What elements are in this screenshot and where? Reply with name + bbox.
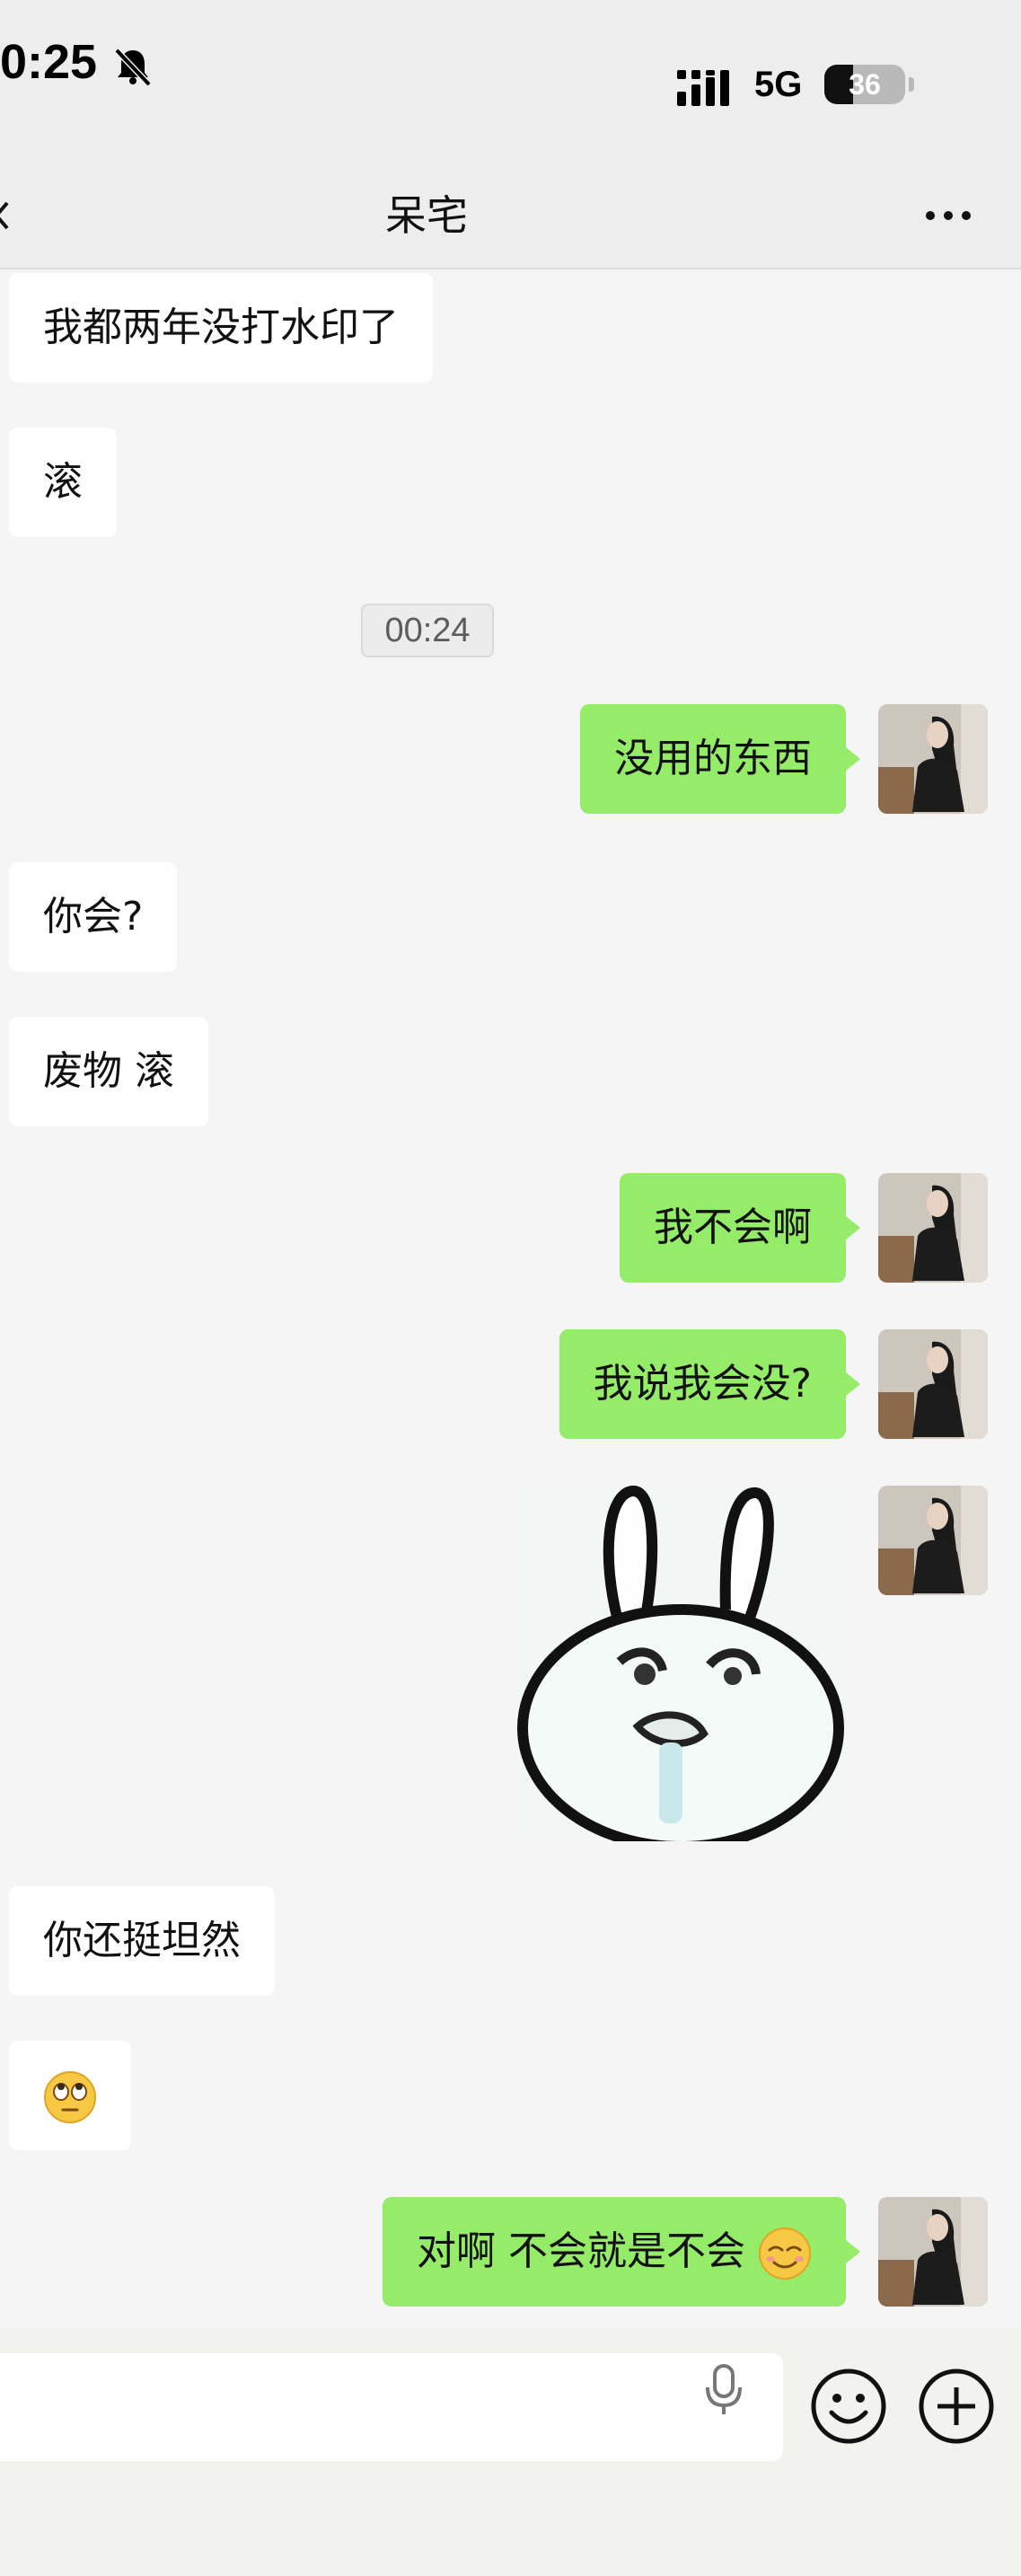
own-avatar[interactable]: [878, 1486, 988, 1595]
message-text: 没用的东西: [614, 736, 812, 781]
message-timestamp: 00:24: [361, 604, 494, 657]
signal-icon: [677, 70, 729, 106]
message-text: 滚: [43, 459, 83, 505]
message-text: 我不会啊: [654, 1204, 812, 1250]
message-bubble-incoming[interactable]: 你还挺坦然: [9, 1886, 275, 1996]
message-bubble-outgoing[interactable]: 我不会啊: [620, 1173, 860, 1283]
avatar-photo: [878, 1329, 988, 1439]
battery-tip: [909, 77, 914, 92]
message-text: 你还挺坦然: [43, 1918, 241, 1963]
own-avatar[interactable]: [878, 1173, 988, 1283]
status-time: 0:25: [0, 35, 98, 89]
message-text: 你会?: [43, 894, 144, 940]
avatar-photo: [878, 1173, 988, 1283]
relieved-face-emoji-icon: [759, 2228, 811, 2280]
own-avatar[interactable]: [878, 2197, 988, 2307]
battery-percent: 36: [849, 68, 881, 101]
plus-icon[interactable]: [918, 2368, 995, 2445]
avatar-photo: [878, 2197, 988, 2307]
message-text: 我都两年没打水印了: [43, 304, 399, 350]
message-bubble-incoming[interactable]: 你会?: [9, 862, 178, 972]
emoji-icon[interactable]: [810, 2368, 887, 2445]
network-type: 5G: [754, 65, 803, 104]
message-bubble-outgoing[interactable]: 对啊 不会就是不会: [383, 2197, 860, 2307]
message-bubble-outgoing[interactable]: 我说我会没?: [559, 1329, 861, 1439]
message-text: 我说我会没?: [593, 1361, 812, 1407]
chat-header: 呆宅: [0, 162, 1021, 269]
more-options-icon[interactable]: [912, 198, 984, 234]
message-bubble-incoming[interactable]: [9, 2041, 131, 2150]
battery-icon: 36: [824, 65, 905, 104]
message-text: 对啊 不会就是不会: [417, 2228, 745, 2274]
message-bubble-outgoing[interactable]: 没用的东西: [580, 704, 860, 814]
message-input[interactable]: [0, 2353, 783, 2461]
avatar-photo: [878, 704, 988, 814]
message-bubble-incoming[interactable]: 废物 滚: [9, 1017, 208, 1126]
message-text: 废物 滚: [43, 1048, 174, 1094]
chat-title: 呆宅: [385, 191, 468, 240]
own-avatar[interactable]: [878, 1329, 988, 1439]
bunny-sticker[interactable]: [512, 1486, 848, 1841]
bell-slash-icon: [114, 48, 152, 87]
input-bar: [0, 2328, 1021, 2576]
rolling-eyes-emoji-icon: [44, 2071, 96, 2123]
message-bubble-incoming[interactable]: 我都两年没打水印了: [9, 273, 433, 383]
message-list[interactable]: 我都两年没打水印了 滚 00:24 没用的东西 你会? 废物 滚 我不会啊 我说…: [0, 269, 1021, 2328]
message-bubble-incoming[interactable]: 滚: [9, 428, 117, 537]
status-bar: 0:25 5G 36: [0, 0, 1021, 162]
microphone-icon[interactable]: [699, 2362, 749, 2416]
own-avatar[interactable]: [878, 704, 988, 814]
avatar-photo: [878, 1486, 988, 1595]
